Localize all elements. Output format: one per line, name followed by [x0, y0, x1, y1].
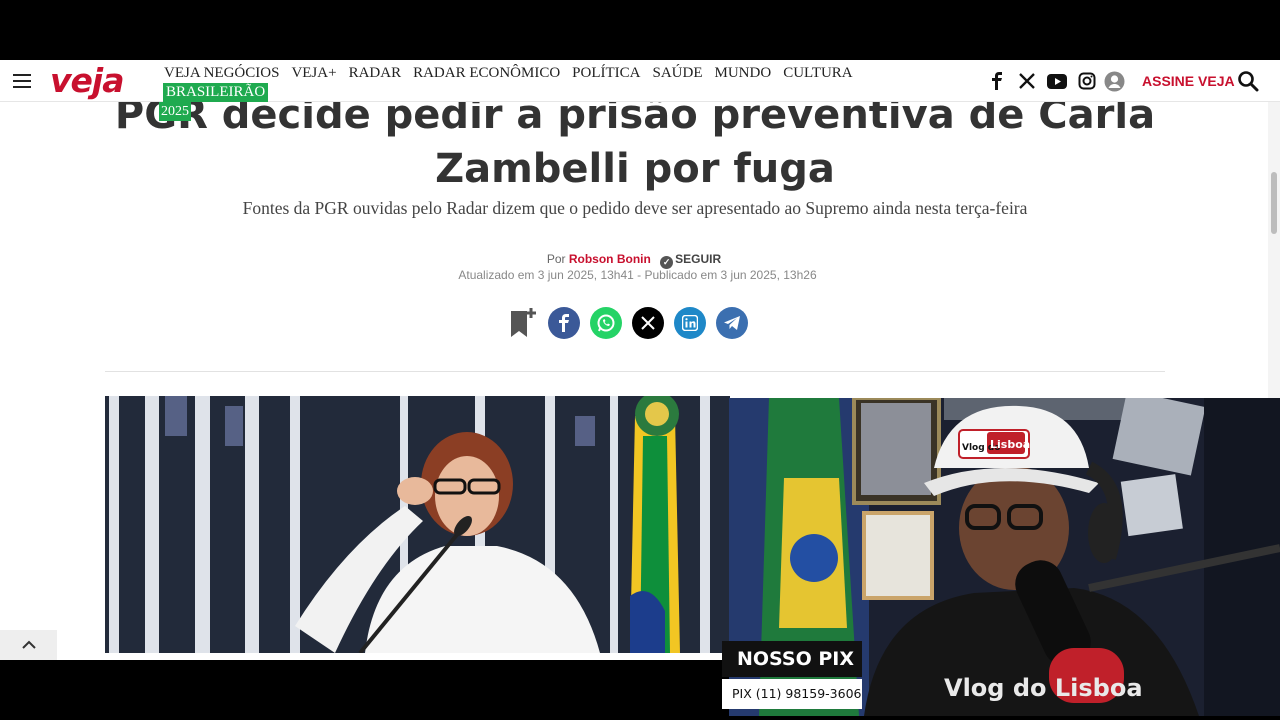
youtube-icon[interactable] — [1046, 70, 1068, 92]
article-subtitle: Fontes da PGR ouvidas pelo Radar dizem q… — [242, 198, 1028, 218]
shirt-text: Vlog do Lisboa — [944, 674, 1143, 702]
byline-prefix: Por — [546, 252, 566, 266]
instagram-icon[interactable] — [1076, 70, 1098, 92]
nav-item-brasileirao[interactable]: BRASILEIRÃO — [163, 83, 269, 102]
chevron-up-icon — [21, 640, 36, 649]
nav-item[interactable]: MUNDO — [715, 64, 772, 83]
nav-item-brasileirao-year[interactable]: 2025 — [159, 102, 191, 121]
nav-item[interactable]: CULTURA — [783, 64, 852, 83]
video-frame: veja VEJA NEGÓCIOS VEJA+ RADAR RADAR ECONÔM… — [0, 0, 1280, 720]
search-icon[interactable] — [1237, 70, 1259, 92]
subscribe-link[interactable]: ASSINE VEJA — [1142, 73, 1235, 89]
nav-item[interactable]: RADAR ECONÔMICO — [413, 64, 560, 83]
follow-label: SEGUIR — [675, 252, 722, 266]
article-dates: Atualizado em 3 jun 2025, 13h41 - Public… — [458, 268, 817, 282]
whatsapp-icon[interactable] — [590, 307, 622, 339]
byline: Por Robson Bonin ✓ SEGUIR — [0, 252, 1268, 269]
bookmark-add-icon[interactable] — [508, 307, 538, 339]
back-to-top-button[interactable] — [0, 630, 57, 660]
x-icon[interactable] — [1016, 70, 1038, 92]
nav-item[interactable]: VEJA NEGÓCIOS — [164, 64, 279, 83]
share-bar — [508, 307, 748, 339]
article-photo[interactable] — [105, 396, 730, 653]
facebook-icon[interactable] — [986, 70, 1008, 92]
menu-icon[interactable] — [13, 74, 31, 88]
headline-line-2: Zambelli por fuga — [435, 146, 835, 192]
nav-item[interactable]: RADAR — [349, 64, 402, 83]
follow-button[interactable]: ✓ SEGUIR — [660, 252, 722, 269]
nav-item[interactable]: POLÍTICA — [572, 64, 640, 83]
scrollbar-thumb[interactable] — [1271, 172, 1277, 234]
pix-title: NOSSO PIX — [722, 641, 862, 677]
nav-item[interactable]: VEJA+ — [291, 64, 336, 83]
facebook-share-icon[interactable] — [548, 307, 580, 339]
linkedin-icon[interactable] — [674, 307, 706, 339]
site-logo[interactable]: veja — [50, 61, 124, 100]
author-link[interactable]: Robson Bonin — [569, 252, 651, 266]
x-share-icon[interactable] — [632, 307, 664, 339]
divider — [105, 371, 1165, 372]
user-icon[interactable] — [1103, 70, 1125, 92]
main-nav: VEJA NEGÓCIOS VEJA+ RADAR RADAR ECONÔMICO PO… — [157, 64, 957, 121]
cap-text: Lisboa — [990, 438, 1030, 451]
site-header: veja VEJA NEGÓCIOS VEJA+ RADAR RADAR ECONÔM… — [0, 60, 1280, 121]
nav-item[interactable]: SAÚDE — [653, 64, 703, 83]
pix-number: PIX (11) 98159-3606 — [722, 679, 862, 709]
telegram-icon[interactable] — [716, 307, 748, 339]
